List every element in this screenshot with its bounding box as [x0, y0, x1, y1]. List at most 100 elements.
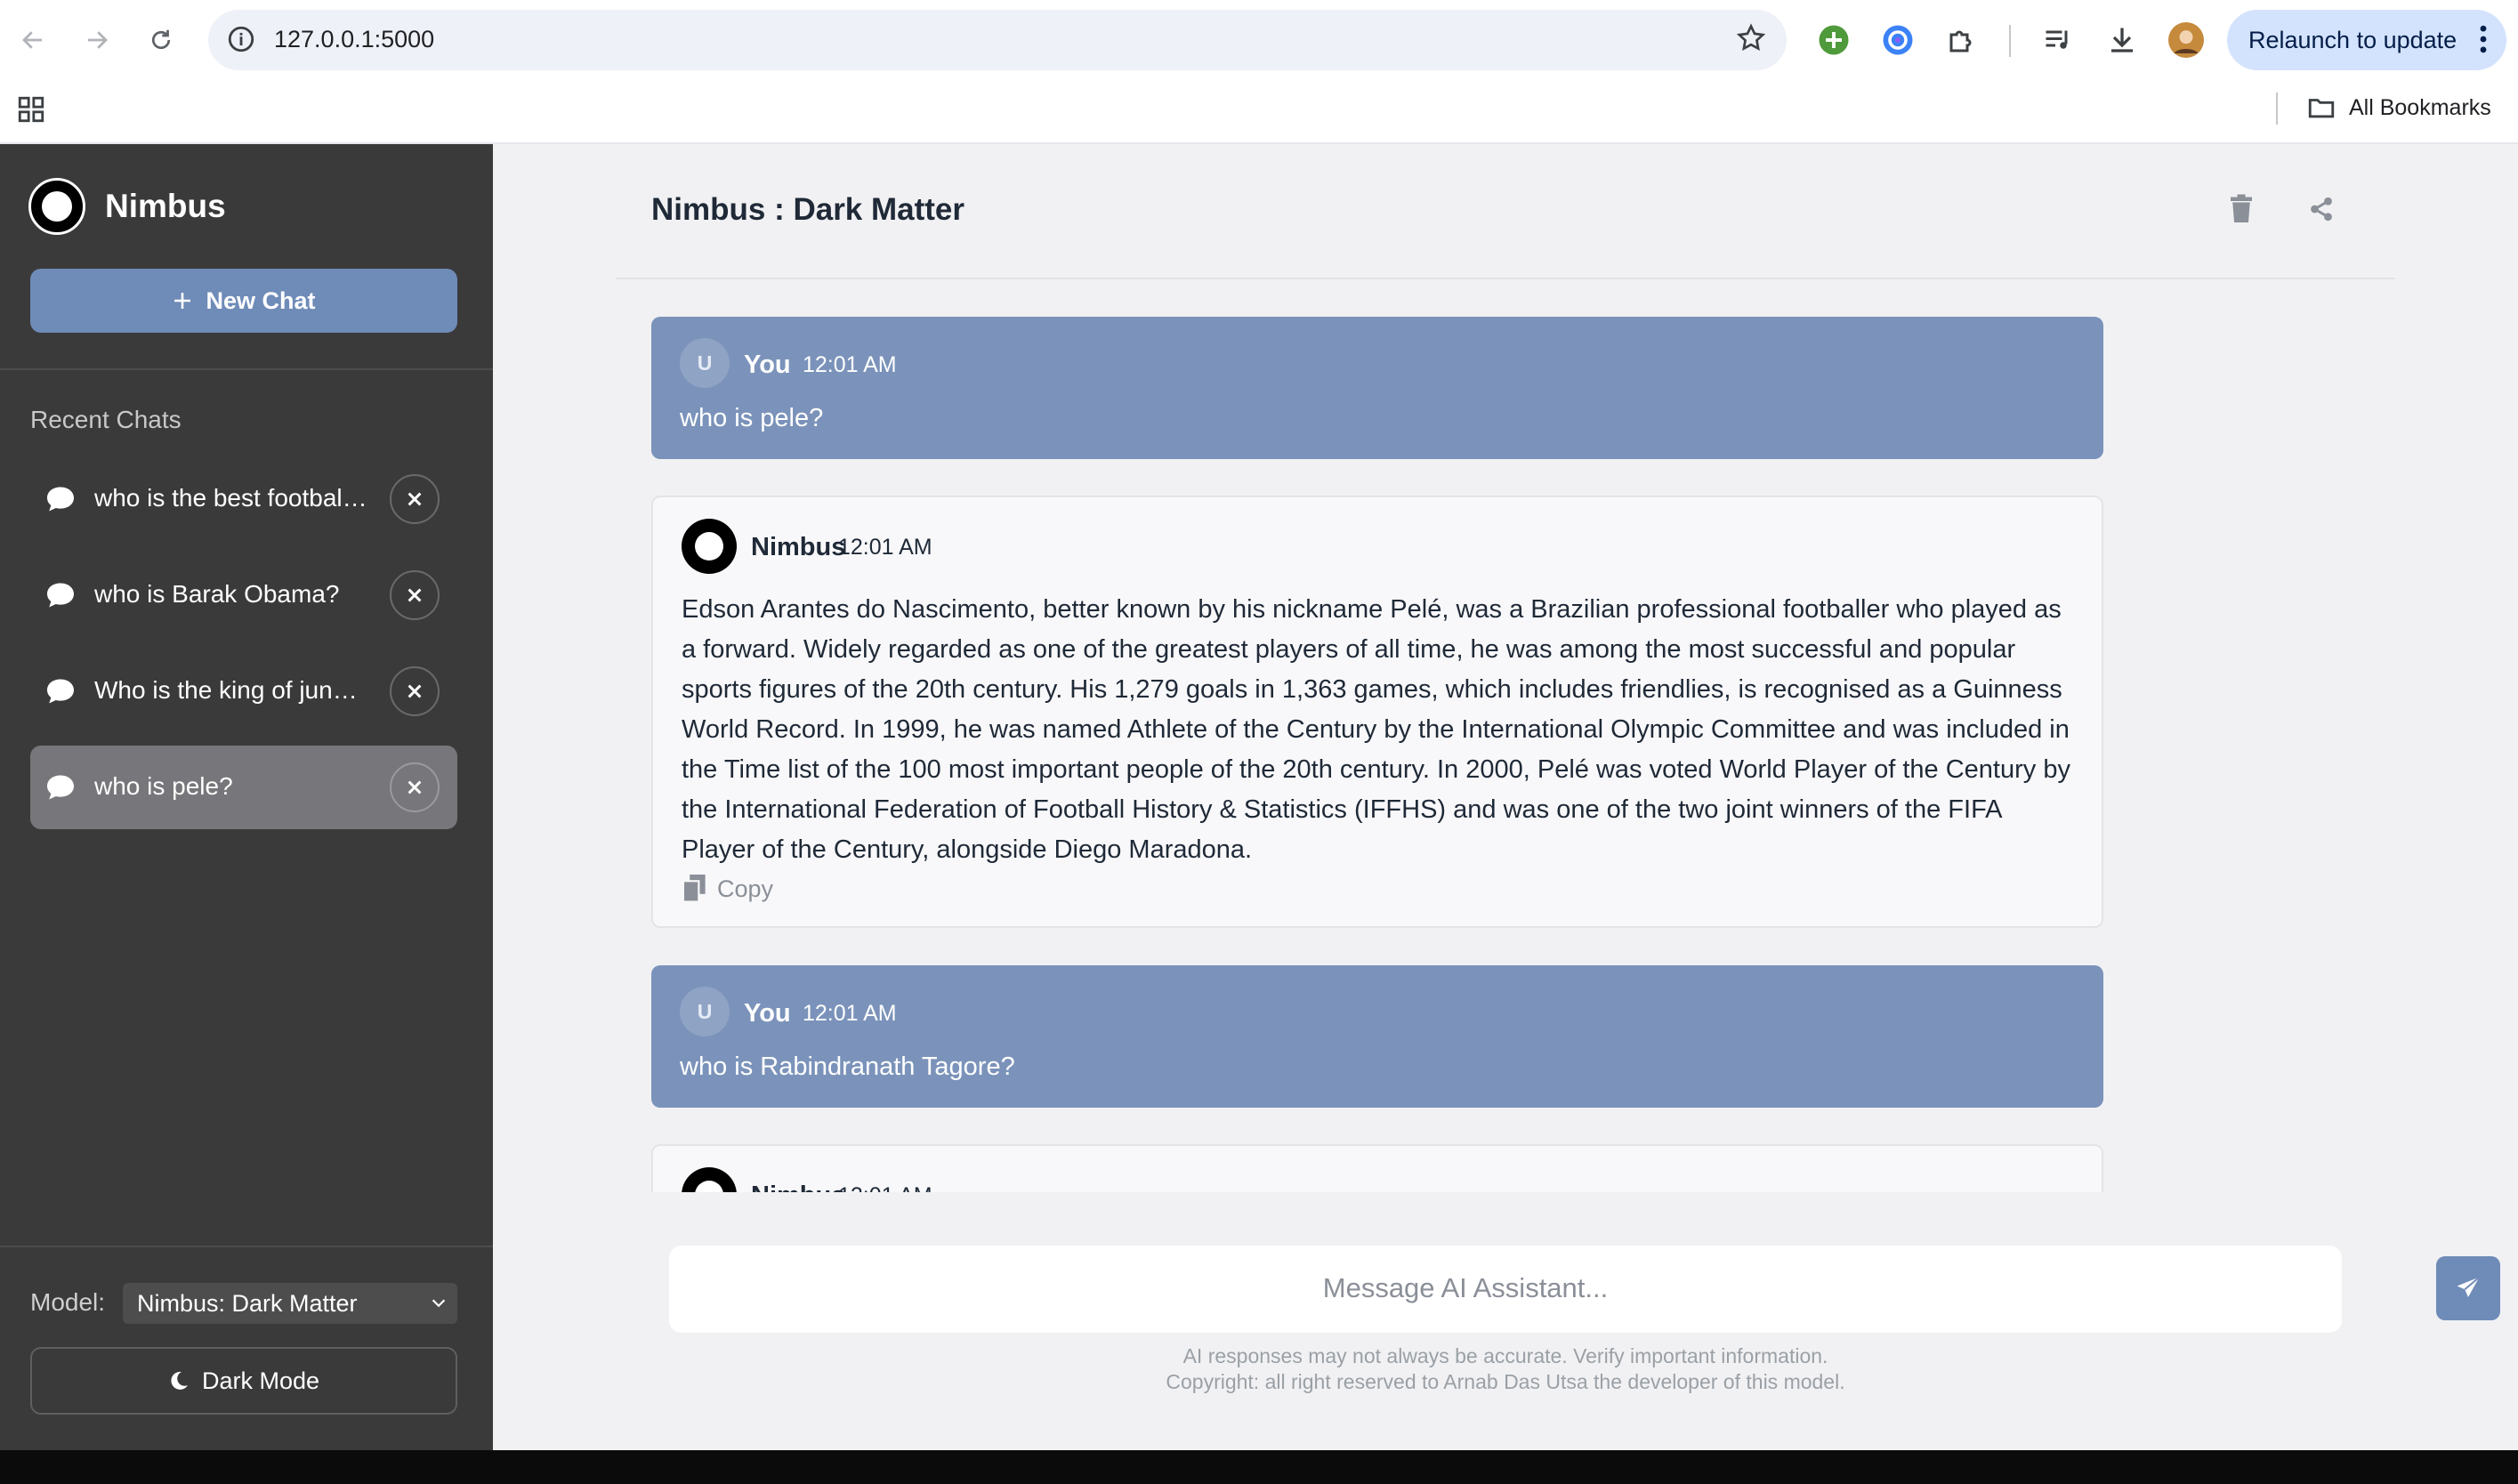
chat-item[interactable]: Who is the king of jungle?: [30, 649, 457, 733]
chat-bubble-icon: [47, 487, 74, 512]
copy-icon: [682, 875, 706, 903]
sidebar-divider: [0, 368, 493, 370]
chat-item-active[interactable]: who is pele?: [30, 746, 457, 829]
download-button[interactable]: [2103, 21, 2141, 59]
close-icon: [408, 780, 422, 794]
assistant-message: Nimbus 12:01 AM: [651, 1144, 2103, 1192]
delete-chat-button[interactable]: [390, 570, 440, 620]
message-time: 12:01 AM: [838, 535, 932, 560]
message-time: 12:01 AM: [803, 1001, 897, 1026]
send-button[interactable]: [2436, 1256, 2500, 1320]
back-button[interactable]: [12, 20, 53, 60]
media-icon: [2046, 30, 2068, 49]
sender-name: You: [744, 351, 791, 379]
brand-logo: [28, 178, 85, 235]
header-divider: [616, 278, 2395, 279]
relaunch-button[interactable]: Relaunch to update: [2227, 10, 2506, 70]
extension-blue-icon: [1883, 25, 1913, 55]
url-text: 127.0.0.1:5000: [274, 26, 435, 52]
address-bar[interactable]: 127.0.0.1:5000: [208, 10, 1787, 70]
chevron-down-icon: [432, 1299, 446, 1308]
more-icon: [2480, 25, 2487, 53]
download-icon: [2111, 28, 2133, 52]
chat-bubble-icon: [47, 775, 74, 800]
extensions-button[interactable]: [1943, 21, 1981, 59]
message-time: 12:01 AM: [803, 352, 897, 377]
puzzle-icon: [1949, 30, 1972, 52]
message-time: 12:01 AM: [838, 1183, 932, 1192]
plus-icon: [174, 293, 191, 309]
copyright-line: Copyright: all right reserved to Arnab D…: [1166, 1370, 1845, 1393]
forward-button[interactable]: [77, 20, 117, 60]
user-message: U You 12:01 AM who is pele?: [651, 317, 2103, 459]
new-chat-button[interactable]: New Chat: [30, 269, 457, 333]
recent-chats-heading: Recent Chats: [30, 406, 182, 433]
all-bookmarks-button[interactable]: All Bookmarks: [2306, 93, 2491, 123]
chat-bubble-icon: [47, 679, 74, 704]
assistant-logo: [682, 519, 737, 574]
brand-name: Nimbus: [105, 188, 226, 224]
extension-green-icon: [1819, 25, 1849, 55]
avatar: U: [680, 338, 730, 388]
message-input[interactable]: Message AI Assistant...: [669, 1246, 2500, 1333]
assistant-logo: [682, 1167, 737, 1192]
input-placeholder: Message AI Assistant...: [1322, 1272, 1609, 1303]
chat-title: who is Barak Obama?: [94, 580, 340, 608]
copy-label: Copy: [717, 875, 774, 902]
bookmarks-divider: [2276, 93, 2278, 125]
new-chat-label: New Chat: [206, 286, 316, 314]
moon-icon: [171, 1371, 188, 1390]
browser-toolbar: 127.0.0.1:5000 Relaunch to update: [0, 0, 2518, 80]
media-button[interactable]: [2039, 21, 2077, 59]
chat-panel: Nimbus : Dark Matter U You 12:01 AM who …: [493, 144, 2518, 1450]
forward-icon: [88, 31, 108, 49]
delete-chat-button[interactable]: [390, 474, 440, 524]
apps-icon[interactable]: [16, 94, 46, 125]
folder-icon: [2308, 99, 2335, 118]
site-info-icon[interactable]: [226, 24, 256, 54]
close-icon: [408, 588, 422, 602]
desktop-strip: [0, 1450, 2518, 1484]
avatar: U: [680, 987, 730, 1036]
message-text: Edson Arantes do Nascimento, better know…: [682, 595, 2070, 864]
back-icon: [22, 31, 42, 49]
star-icon[interactable]: [1735, 22, 1767, 54]
profile-avatar: [2168, 22, 2204, 58]
sidebar: Nimbus New Chat Recent Chats who is the …: [0, 144, 493, 1450]
brand: Nimbus: [28, 178, 226, 235]
sender-name: You: [744, 999, 791, 1028]
extension-green-button[interactable]: [1815, 21, 1852, 59]
user-message: U You 12:01 AM who is Rabindranath Tagor…: [651, 965, 2103, 1108]
model-label: Model:: [30, 1288, 106, 1316]
delete-chat-button[interactable]: [390, 666, 440, 716]
chat-item[interactable]: who is Barak Obama?: [30, 553, 457, 637]
dark-mode-button[interactable]: Dark Mode: [30, 1347, 457, 1415]
share-icon[interactable]: [2308, 196, 2335, 222]
all-bookmarks-label: All Bookmarks: [2349, 94, 2491, 120]
chat-title: Who is the king of jungle?: [94, 676, 370, 704]
message-list: U You 12:01 AM who is pele? Nimbus 12:01…: [651, 317, 2103, 1192]
bookmarks-bar: All Bookmarks: [0, 80, 2518, 144]
dark-mode-label: Dark Mode: [201, 1367, 320, 1394]
close-icon: [408, 492, 422, 506]
chat-item[interactable]: who is the best football player?: [30, 457, 457, 541]
disclaimer: AI responses may not always be accurate.…: [616, 1343, 2395, 1395]
relaunch-label: Relaunch to update: [2248, 26, 2457, 53]
message-text: who is pele?: [680, 404, 824, 432]
toolbar-divider: [2009, 25, 2011, 57]
profile-button[interactable]: [2167, 21, 2205, 59]
sidebar-divider: [0, 1246, 493, 1247]
page-title: Nimbus : Dark Matter: [651, 192, 965, 227]
extension-blue-button[interactable]: [1879, 21, 1917, 59]
delete-chat-button[interactable]: [390, 762, 440, 812]
model-select[interactable]: Nimbus: Dark Matter: [123, 1283, 457, 1324]
trash-icon[interactable]: [2228, 194, 2255, 224]
reload-button[interactable]: [141, 20, 182, 60]
reload-icon: [151, 29, 171, 50]
disclaimer-line: AI responses may not always be accurate.…: [1182, 1344, 1828, 1367]
model-selected-value: Nimbus: Dark Matter: [137, 1289, 358, 1317]
sender-name: Nimbus: [751, 533, 846, 561]
chat-title: who is pele?: [94, 772, 233, 800]
chat-title: who is the best football player?: [94, 484, 370, 512]
copy-button[interactable]: Copy: [682, 875, 773, 903]
